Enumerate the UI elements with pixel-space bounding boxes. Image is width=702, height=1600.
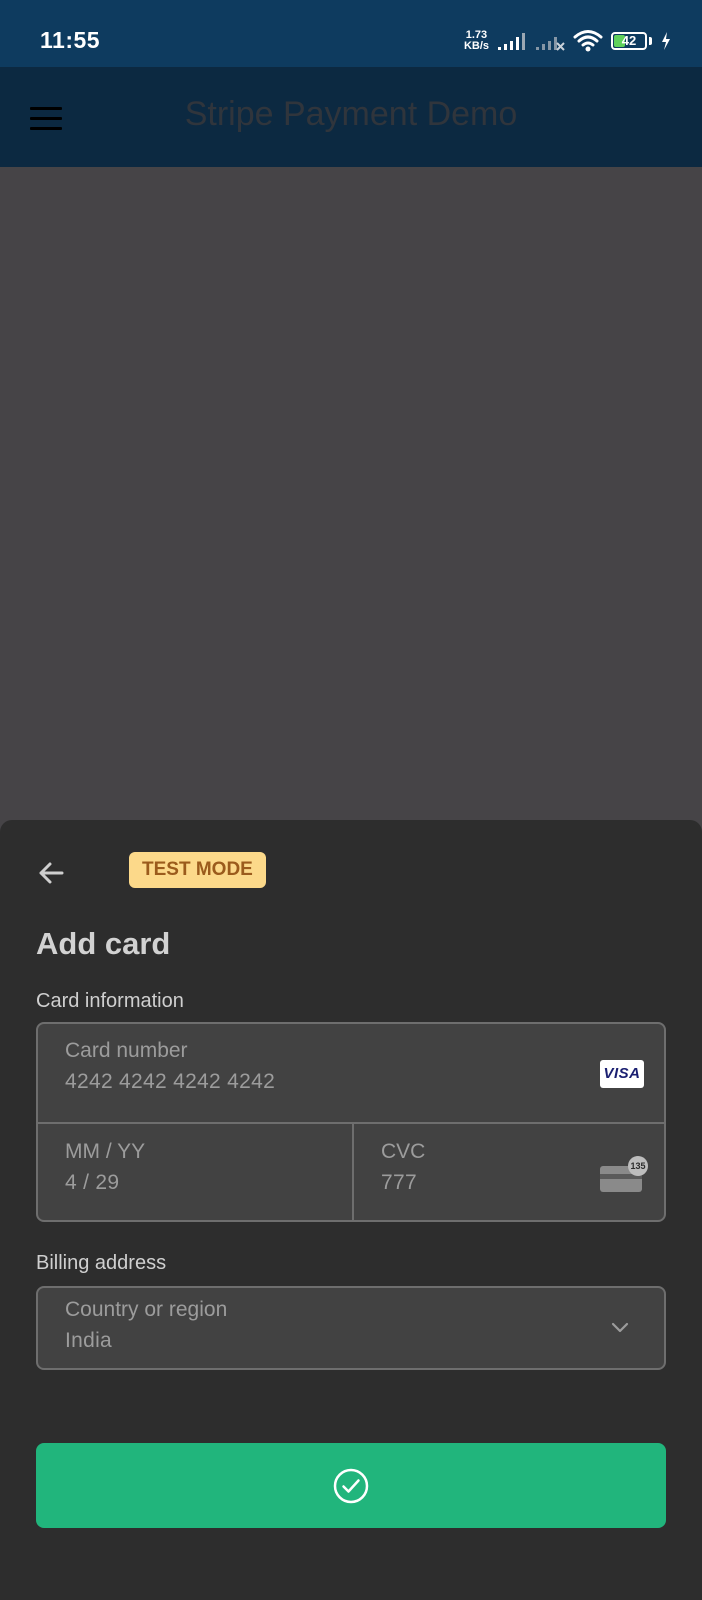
- check-circle-icon: [333, 1468, 369, 1503]
- status-bar: 11:55 1.73 KB/s 42: [0, 0, 702, 67]
- card-number-field[interactable]: Card number 4242 4242 4242 4242 VISA: [38, 1024, 664, 1122]
- billing-address-label: Billing address: [36, 1252, 167, 1274]
- country-select[interactable]: Country or region India: [36, 1286, 666, 1370]
- modal-scrim[interactable]: [0, 167, 702, 820]
- wifi-icon: [573, 30, 603, 52]
- sheet-title: Add card: [36, 926, 171, 961]
- network-speed-unit: KB/s: [463, 40, 489, 52]
- battery-level: 42: [621, 33, 637, 48]
- expiry-field[interactable]: MM / YY 4 / 29: [38, 1124, 352, 1220]
- arrow-left-icon[interactable]: [34, 856, 68, 890]
- card-information-label: Card information: [36, 990, 184, 1012]
- network-speed: 1.73 KB/s: [464, 30, 489, 52]
- submit-button[interactable]: [36, 1443, 666, 1528]
- battery-icon: 42: [611, 32, 647, 50]
- visa-icon: VISA: [600, 1060, 644, 1088]
- cvc-icon-number: 135: [628, 1156, 648, 1176]
- card-number-label: Card number: [65, 1039, 188, 1062]
- expiry-label: MM / YY: [65, 1140, 146, 1163]
- country-label: Country or region: [65, 1298, 228, 1321]
- cvc-value: 777: [381, 1171, 417, 1194]
- cvc-card-icon: 135: [600, 1156, 648, 1192]
- cvc-label: CVC: [381, 1140, 426, 1163]
- app-title: Stripe Payment Demo: [184, 95, 518, 133]
- card-input-group: Card number 4242 4242 4242 4242 VISA MM …: [36, 1022, 666, 1222]
- chevron-down-icon: [611, 1322, 629, 1333]
- battery-tip: [649, 37, 652, 45]
- add-card-sheet: TEST MODE Add card Card information Card…: [0, 820, 702, 1600]
- app-bar: Stripe Payment Demo: [0, 67, 702, 167]
- status-time: 11:55: [40, 27, 101, 53]
- country-value: India: [65, 1329, 113, 1352]
- signal-no-service-icon: [536, 37, 565, 51]
- test-mode-badge: TEST MODE: [129, 852, 266, 888]
- expiry-value: 4 / 29: [65, 1171, 120, 1194]
- charging-icon: [662, 32, 670, 50]
- card-number-value: 4242 4242 4242 4242: [65, 1070, 276, 1093]
- status-icons: 1.73 KB/s 42: [464, 26, 672, 56]
- signal-icon: [498, 33, 525, 50]
